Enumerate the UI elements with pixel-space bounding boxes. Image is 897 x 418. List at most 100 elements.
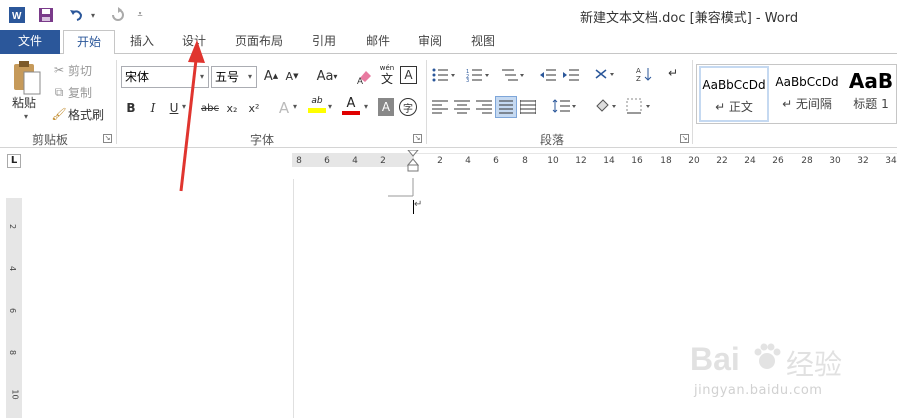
underline-dropdown-icon[interactable]: ▾ bbox=[182, 102, 186, 111]
tab-references[interactable]: 引用 bbox=[302, 30, 346, 54]
cut-icon[interactable]: ✂ bbox=[52, 60, 66, 80]
redo-icon[interactable] bbox=[108, 6, 128, 24]
margin-corner-mark bbox=[388, 178, 414, 200]
cut-button[interactable]: 剪切 bbox=[68, 62, 92, 79]
bold-button[interactable]: B bbox=[124, 98, 138, 118]
bullets-icon[interactable] bbox=[432, 68, 458, 85]
ruler-tick-label: 8 bbox=[522, 156, 528, 166]
ruler-tick-label: 8 bbox=[296, 156, 302, 166]
align-right-icon[interactable] bbox=[476, 100, 492, 117]
indent-marker[interactable] bbox=[406, 149, 420, 172]
svg-text:W: W bbox=[12, 11, 22, 22]
clear-formatting-icon[interactable]: A bbox=[356, 66, 374, 86]
font-size-combo[interactable]: 五号 ▾ bbox=[211, 66, 257, 88]
paste-dropdown-icon[interactable]: ▾ bbox=[24, 112, 28, 121]
enclose-characters-icon[interactable]: 字 bbox=[399, 98, 417, 116]
change-case-icon[interactable]: Aa ▾ bbox=[313, 66, 341, 86]
ruler-tick-label: 16 bbox=[631, 156, 643, 166]
justify-button[interactable] bbox=[495, 96, 517, 118]
save-icon[interactable] bbox=[36, 6, 56, 24]
ruler-tick-label: 26 bbox=[772, 156, 784, 166]
decrease-indent-icon[interactable] bbox=[540, 68, 556, 85]
asian-layout-icon[interactable] bbox=[594, 66, 618, 85]
svg-text:A: A bbox=[357, 76, 363, 84]
highlight-icon[interactable]: ab bbox=[308, 96, 326, 120]
font-color-bar bbox=[342, 111, 360, 115]
tab-view[interactable]: 视图 bbox=[461, 30, 505, 54]
ruler-tick-label: 10 bbox=[547, 156, 559, 166]
paragraph-group-label: 段落 bbox=[540, 133, 565, 147]
style-normal[interactable]: AaBbCcDd ↵ 正文 bbox=[699, 66, 769, 122]
subscript-button[interactable]: x₂ bbox=[224, 98, 240, 118]
numbering-icon[interactable]: 123 bbox=[466, 68, 492, 85]
font-color-icon[interactable]: A bbox=[342, 96, 360, 120]
distributed-icon[interactable] bbox=[519, 100, 537, 117]
align-center-icon[interactable] bbox=[454, 100, 470, 117]
copy-button[interactable]: 复制 bbox=[68, 84, 92, 101]
ruler-tick-label: 4 bbox=[352, 156, 358, 166]
copy-icon[interactable]: ⧉ bbox=[52, 82, 66, 102]
font-name-value: 宋体 bbox=[125, 70, 150, 84]
sort-icon[interactable]: AZ bbox=[636, 66, 654, 85]
chevron-down-icon[interactable]: ▾ bbox=[244, 67, 256, 87]
tab-page-layout[interactable]: 页面布局 bbox=[226, 30, 292, 54]
ruler-tick-label: 28 bbox=[801, 156, 813, 166]
ruler-tick-label: 6 bbox=[493, 156, 499, 166]
tab-review[interactable]: 审阅 bbox=[408, 30, 452, 54]
ruler-tick-label: 32 bbox=[857, 156, 869, 166]
watermark-url: jingyan.baidu.com bbox=[694, 383, 823, 398]
undo-dropdown-icon[interactable]: ▾ bbox=[88, 6, 98, 24]
ribbon: 粘贴 ▾ ✂ 剪切 ⧉ 复制 🖌 格式刷 剪贴板 ↘ 宋体 ▾ 五号 ▾ A ▲ … bbox=[0, 54, 897, 148]
text-effects-icon[interactable]: A bbox=[276, 98, 292, 118]
format-painter-button[interactable]: 格式刷 bbox=[68, 106, 104, 123]
tab-design[interactable]: 设计 bbox=[172, 30, 216, 54]
align-left-icon[interactable] bbox=[432, 100, 448, 117]
strikethrough-button[interactable]: abc bbox=[200, 98, 220, 118]
font-name-combo[interactable]: 宋体 ▾ bbox=[121, 66, 209, 88]
ruler-tick-label: 2 bbox=[437, 156, 443, 166]
show-marks-icon[interactable]: ↵ bbox=[668, 66, 684, 80]
vertical-ruler[interactable]: 2 4 6 8 10 bbox=[6, 178, 22, 418]
grow-font-icon[interactable]: A ▲ bbox=[263, 66, 279, 86]
ruler-tick-label: 8 bbox=[8, 349, 18, 356]
font-color-dropdown-icon[interactable]: ▾ bbox=[364, 102, 368, 111]
text-effects-dropdown-icon[interactable]: ▾ bbox=[293, 102, 297, 111]
horizontal-ruler[interactable]: L 8 6 4 2 2 4 6 8 10 12 14 16 18 20 22 24 26 28 30 32 34 bbox=[0, 148, 897, 172]
highlight-dropdown-icon[interactable]: ▾ bbox=[328, 102, 332, 111]
shrink-font-icon[interactable]: A ▼ bbox=[284, 66, 300, 86]
style-no-spacing[interactable]: AaBbCcDd ↵ 无间隔 bbox=[771, 65, 843, 123]
tab-home[interactable]: 开始 bbox=[63, 30, 115, 55]
chevron-down-icon[interactable]: ▾ bbox=[196, 67, 208, 87]
document-area: L 8 6 4 2 2 4 6 8 10 12 14 16 18 20 22 24 26 28 30 32 34 246… bbox=[0, 148, 897, 418]
tab-insert[interactable]: 插入 bbox=[120, 30, 164, 54]
ruler-tick-label: 2 bbox=[380, 156, 386, 166]
title-bar: W ▾ ⩡ 新建文本文档.doc [兼容模式] - Word bbox=[0, 0, 897, 30]
multilevel-list-icon[interactable] bbox=[500, 68, 526, 85]
shading-icon[interactable] bbox=[594, 98, 620, 117]
ruler-tick-label: 12 bbox=[575, 156, 587, 166]
dialog-launcher-icon[interactable]: ↘ bbox=[680, 134, 689, 143]
underline-button[interactable]: U bbox=[167, 98, 181, 118]
style-heading-1[interactable]: AaB 标题 1 bbox=[845, 65, 897, 123]
styles-gallery: AaBbCcDd ↵ 正文 AaBbCcDd ↵ 无间隔 AaB 标题 1 bbox=[696, 64, 897, 124]
undo-icon[interactable] bbox=[66, 6, 86, 24]
character-border-icon[interactable]: A bbox=[400, 66, 417, 84]
format-painter-icon[interactable]: 🖌 bbox=[51, 104, 66, 124]
tab-file[interactable]: 文件 bbox=[0, 30, 60, 54]
line-spacing-icon[interactable] bbox=[552, 98, 578, 117]
ruler-tick-label: 4 bbox=[8, 265, 18, 272]
superscript-button[interactable]: x² bbox=[246, 98, 262, 118]
dialog-launcher-icon[interactable]: ↘ bbox=[413, 134, 422, 143]
phonetic-guide-icon[interactable]: wén 文 bbox=[378, 64, 396, 86]
increase-indent-icon[interactable] bbox=[563, 68, 579, 85]
character-shading-icon[interactable]: A bbox=[378, 98, 394, 116]
paste-button[interactable]: 粘贴 bbox=[12, 94, 36, 111]
customize-icon[interactable]: ⩡ bbox=[134, 6, 146, 24]
borders-icon[interactable] bbox=[626, 98, 656, 117]
tab-mailings[interactable]: 邮件 bbox=[356, 30, 400, 54]
font-group-label: 字体 bbox=[250, 133, 275, 147]
word-icon[interactable]: W bbox=[8, 6, 26, 24]
tab-selector[interactable]: L bbox=[7, 154, 21, 168]
dialog-launcher-icon[interactable]: ↘ bbox=[103, 134, 112, 143]
italic-button[interactable]: I bbox=[146, 98, 160, 118]
